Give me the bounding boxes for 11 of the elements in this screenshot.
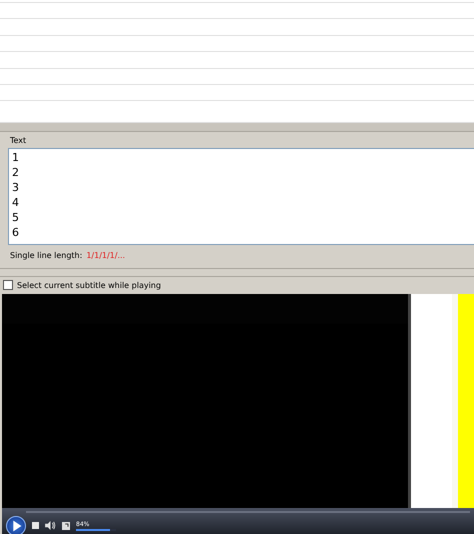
line-length-label: Single line length:: [10, 250, 82, 261]
text-field[interactable]: 1 2 3 4 5 6: [8, 148, 474, 245]
checkbox-label: Select current subtitle while playing: [17, 280, 161, 291]
play-button[interactable]: [6, 516, 26, 534]
line-length-value: 1/1/1/1/...: [86, 250, 126, 261]
text-label: Text: [10, 134, 28, 146]
volume-slider[interactable]: [76, 528, 110, 531]
speaker-icon[interactable]: [45, 521, 56, 530]
stop-icon[interactable]: [32, 522, 39, 530]
checkbox[interactable]: [3, 280, 13, 290]
fullscreen-icon[interactable]: [62, 522, 70, 530]
